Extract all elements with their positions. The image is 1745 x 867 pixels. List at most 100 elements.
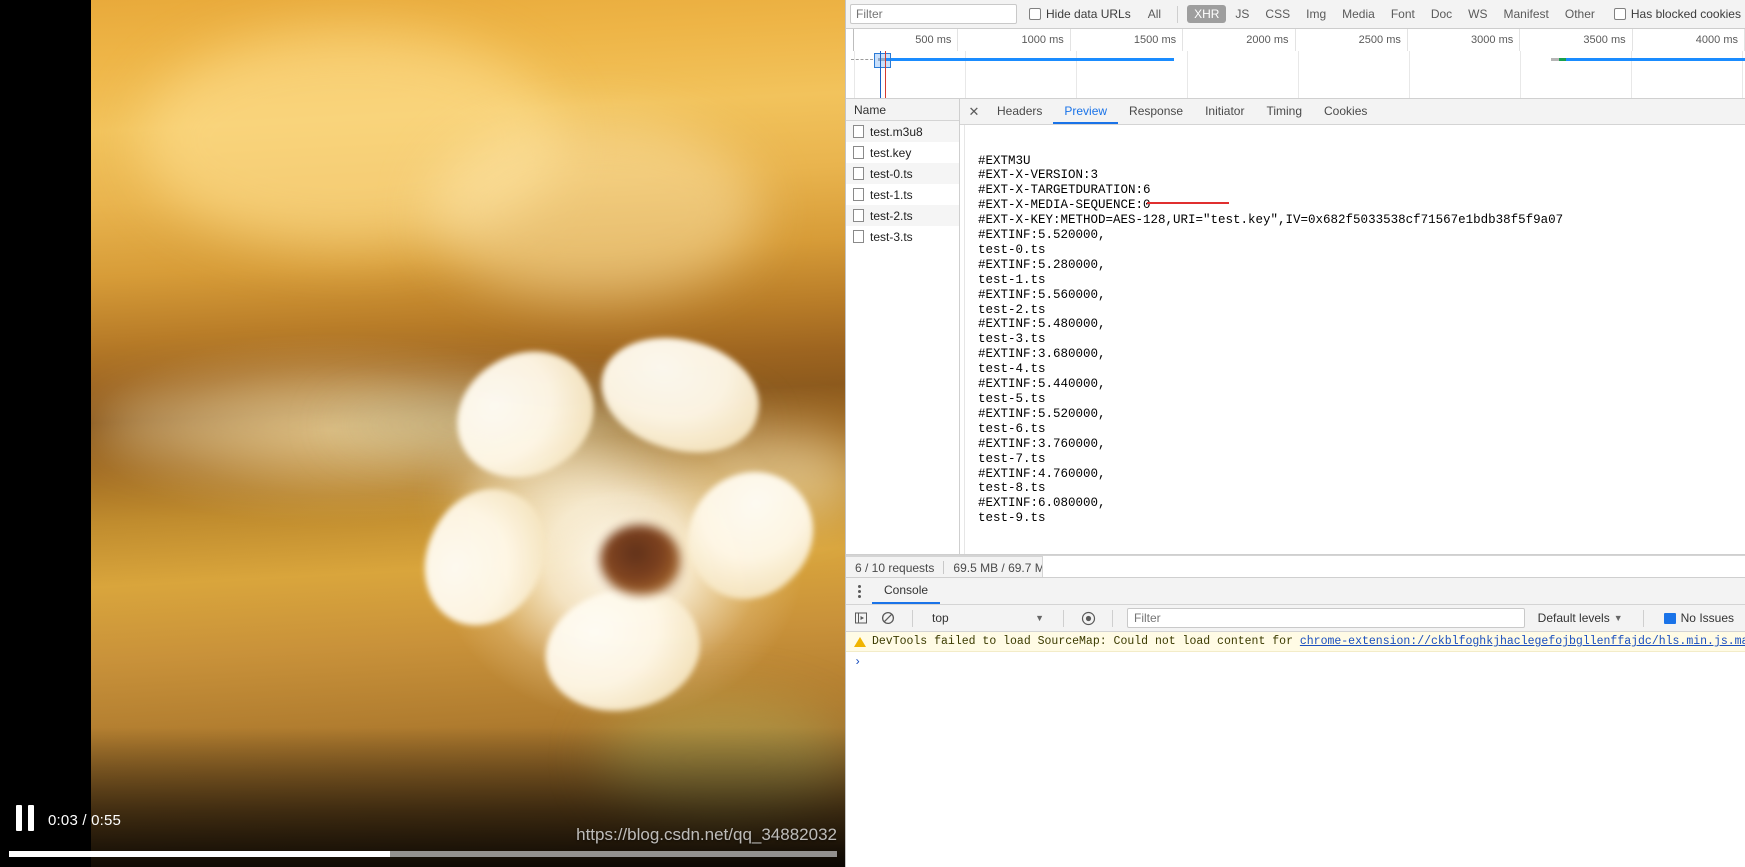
console-message-list[interactable]: DevTools failed to load SourceMap: Could… [846, 632, 1745, 867]
overview-tick: 4000 ms [1633, 29, 1745, 51]
network-filter-input[interactable] [850, 4, 1017, 24]
live-expression-icon[interactable] [1078, 608, 1098, 628]
resource-type-filters: All XHR JS CSS Img Media Font Doc WS Man… [1141, 5, 1602, 23]
console-context-value: top [932, 611, 949, 625]
network-overview-timeline[interactable]: 500 ms 1000 ms 1500 ms 2000 ms 2500 ms 3… [846, 29, 1745, 99]
console-toolbar: top ▼ Default levels ▼ [846, 605, 1745, 632]
annotation-underline [1147, 202, 1229, 204]
bokeh-blob [430, 120, 760, 300]
tab-initiator[interactable]: Initiator [1194, 99, 1255, 124]
flower-petal [661, 446, 839, 624]
console-prompt[interactable]: › [846, 652, 1745, 672]
watermark-text: https://blog.csdn.net/qq_34882032 [576, 825, 837, 844]
type-filter-doc[interactable]: Doc [1424, 5, 1459, 23]
toolbar-divider [1063, 609, 1064, 627]
checkbox-box [1613, 8, 1626, 20]
has-blocked-cookies-checkbox[interactable]: Has blocked cookies [1613, 7, 1741, 21]
preview-content[interactable]: #EXTM3U #EXT-X-VERSION:3 #EXT-X-TARGETDU… [960, 125, 1745, 554]
file-icon [853, 188, 864, 201]
status-transferred: 69.5 MB / 69.7 MB tra [953, 560, 1042, 575]
table-row[interactable]: test.key [846, 142, 959, 163]
console-tabbar: Console [846, 578, 1745, 605]
overview-tick: 2500 ms [1296, 29, 1408, 51]
file-icon [853, 146, 864, 159]
overview-gridline [1409, 51, 1410, 98]
sourcemap-link[interactable]: chrome-extension://ckblfoghkjhaclegefojb… [1300, 635, 1745, 648]
table-row[interactable]: test-2.ts [846, 205, 959, 226]
table-row[interactable]: test.m3u8 [846, 121, 959, 142]
console-drawer: Console top ▼ Filter Default levels ▼ No… [846, 577, 1745, 867]
flower-petal [532, 573, 713, 727]
overview-ruler: 500 ms 1000 ms 1500 ms 2000 ms 2500 ms 3… [846, 29, 1745, 51]
overview-tick: 1000 ms [958, 29, 1071, 51]
overview-bar-download [1566, 58, 1745, 61]
type-filter-xhr[interactable]: XHR [1187, 5, 1227, 23]
network-statusbar-row: 6 / 10 requests 69.5 MB / 69.7 MB tra [846, 557, 1042, 578]
dot [857, 594, 861, 598]
checkbox-box [1029, 8, 1041, 20]
more-options-icon[interactable] [846, 578, 872, 604]
overview-tick: 3500 ms [1520, 29, 1633, 51]
request-list[interactable]: test.m3u8 test.key test-0.ts test-1.ts t… [846, 121, 959, 554]
video-progress-slider[interactable] [9, 851, 837, 857]
file-icon [853, 230, 864, 243]
request-detail-pane: ✕ Headers Preview Response Initiator Tim… [960, 99, 1745, 554]
console-filter-input[interactable] [1127, 608, 1525, 628]
type-filter-other[interactable]: Other [1558, 5, 1602, 23]
type-filter-img[interactable]: Img [1299, 5, 1333, 23]
pause-bar-left [16, 805, 22, 831]
type-filter-ws[interactable]: WS [1461, 5, 1494, 23]
close-icon[interactable]: ✕ [962, 99, 986, 124]
console-warning-text: DevTools failed to load SourceMap: Could… [872, 635, 1745, 648]
tab-response[interactable]: Response [1118, 99, 1194, 124]
type-filter-js[interactable]: JS [1228, 5, 1256, 23]
clear-console-icon[interactable] [878, 608, 898, 628]
chevron-down-icon: ▼ [1613, 613, 1623, 623]
video-controls-bar[interactable]: 0:03 / 0:55 [0, 777, 845, 867]
prompt-caret-icon: › [854, 655, 862, 669]
overview-bar-pending [851, 59, 873, 60]
pause-icon[interactable] [9, 804, 41, 832]
overview-selection-box[interactable] [874, 53, 891, 68]
overview-gridline [1298, 51, 1299, 98]
video-time-display: 0:03 / 0:55 [48, 812, 122, 829]
overview-bar-download [886, 58, 1174, 61]
type-filter-media[interactable]: Media [1335, 5, 1382, 23]
hide-data-urls-checkbox[interactable]: Hide data URLs [1029, 7, 1131, 21]
console-context-select[interactable]: top ▼ [927, 608, 1049, 628]
table-row[interactable]: test-3.ts [846, 226, 959, 247]
console-levels-label: Default levels [1537, 611, 1610, 625]
table-row[interactable]: test-1.ts [846, 184, 959, 205]
execute-sidebar-icon[interactable] [851, 608, 871, 628]
table-row[interactable]: test-0.ts [846, 163, 959, 184]
file-icon [853, 167, 864, 180]
network-toolbar: Hide data URLs All XHR JS CSS Img Media … [846, 0, 1745, 29]
no-issues-button[interactable]: No Issues [1658, 609, 1740, 627]
type-filter-manifest[interactable]: Manifest [1497, 5, 1556, 23]
type-filter-font[interactable]: Font [1384, 5, 1422, 23]
dot [857, 589, 861, 593]
flower-petal [433, 327, 617, 503]
overview-tick: 500 ms [846, 29, 959, 51]
tab-cookies[interactable]: Cookies [1313, 99, 1378, 124]
toolbar-divider [1642, 609, 1644, 627]
video-player[interactable]: 0:03 / 0:55 https://blog.csdn.net/qq_348… [0, 0, 845, 867]
devtools-panel: Hide data URLs All XHR JS CSS Img Media … [845, 0, 1745, 867]
toolbar-divider [1112, 609, 1113, 627]
has-blocked-cookies-label: Has blocked cookies [1630, 7, 1741, 21]
request-detail-tabs: ✕ Headers Preview Response Initiator Tim… [960, 99, 1745, 125]
devtools-window: 0:03 / 0:55 https://blog.csdn.net/qq_348… [0, 0, 1745, 867]
tab-headers[interactable]: Headers [986, 99, 1053, 124]
type-filter-css[interactable]: CSS [1258, 5, 1297, 23]
tab-console[interactable]: Console [872, 578, 941, 604]
overview-tick: 2000 ms [1183, 29, 1296, 51]
request-list-column-header-name[interactable]: Name [846, 99, 959, 121]
overview-gridline [1187, 51, 1188, 98]
type-filter-all[interactable]: All [1141, 5, 1168, 23]
bokeh-blob [140, 30, 560, 250]
console-warning-message[interactable]: DevTools failed to load SourceMap: Could… [846, 632, 1745, 652]
tab-timing[interactable]: Timing [1255, 99, 1313, 124]
pause-bar-right [28, 805, 34, 831]
tab-preview[interactable]: Preview [1053, 99, 1119, 124]
console-log-level-select[interactable]: Default levels ▼ [1532, 611, 1629, 625]
